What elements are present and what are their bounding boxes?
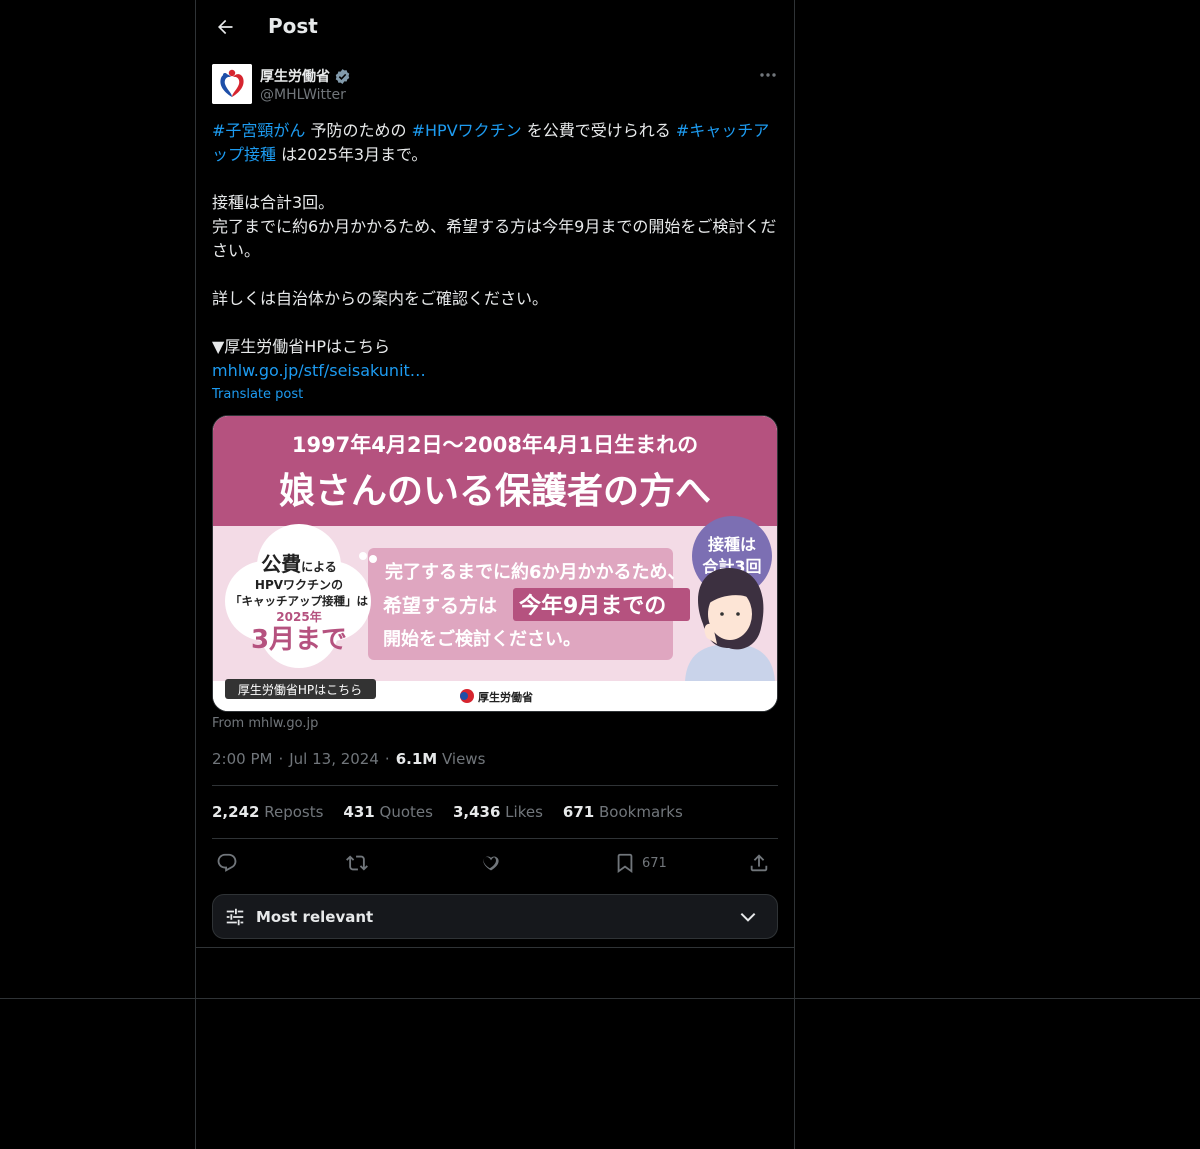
card-title-line1: 1997年4月2日〜2008年4月1日生まれの xyxy=(292,433,698,457)
bubble-line1: 公費 xyxy=(261,552,301,576)
translate-post-link[interactable]: Translate post xyxy=(212,387,303,402)
likes-count: 3,436 xyxy=(452,803,501,821)
author-name[interactable]: 厚生労働省 xyxy=(260,66,330,86)
tweet-date[interactable]: Jul 13, 2024 xyxy=(289,750,379,768)
likes-label: Likes xyxy=(505,803,543,821)
views-count: 6.1M xyxy=(395,750,438,768)
more-icon xyxy=(760,73,776,77)
tweet-time[interactable]: 2:00 PM xyxy=(212,750,272,768)
card-msg-line2b: 今年9月までの xyxy=(519,593,666,619)
reposts-stat[interactable]: 2,242 Reposts xyxy=(212,803,323,821)
bubble-line2: HPVワクチンの xyxy=(255,578,343,592)
repost-icon xyxy=(346,855,368,871)
link-card[interactable]: 1997年4月2日〜2008年4月1日生まれの 娘さんのいる保護者の方へ 完了す… xyxy=(212,415,778,712)
primary-column: Post 厚生労働省 @MHLWitter #子宮頸がん 予防のための #HPV… xyxy=(195,0,795,1149)
author-name-row[interactable]: 厚生労働省 xyxy=(260,66,351,86)
bottom-divider xyxy=(0,998,1200,999)
reply-sort-dropdown[interactable]: Most relevant xyxy=(212,894,778,939)
quotes-count: 431 xyxy=(343,803,375,821)
divider xyxy=(196,947,794,948)
more-button[interactable] xyxy=(756,64,780,86)
card-msg-line1: 完了するまでに約6か月かかるため、 xyxy=(385,561,686,583)
badge-line1: 接種は xyxy=(708,535,756,554)
card-footer-tag[interactable]: 厚生労働省HPはこちら xyxy=(238,683,362,697)
avatar[interactable] xyxy=(212,64,252,104)
reposts-count: 2,242 xyxy=(212,803,260,821)
post-header: Post xyxy=(196,0,794,55)
verified-badge-icon xyxy=(335,68,350,84)
meta-dot: · xyxy=(278,750,284,768)
like-button[interactable] xyxy=(480,850,502,876)
bubble-line3: 「キャッチアップ接種」は xyxy=(230,594,368,608)
repost-button[interactable] xyxy=(346,850,368,876)
tweet-line-2: 接種は合計3回。 xyxy=(212,193,335,212)
author-handle[interactable]: @MHLWitter xyxy=(260,87,346,103)
bookmarks-count: 671 xyxy=(562,803,595,821)
tweet-stats: 2,242 Reposts 431 Quotes 3,436 Likes 671… xyxy=(212,803,683,821)
tweet-line-5: ▼厚生労働省HPはこちら xyxy=(212,337,390,356)
sort-label: Most relevant xyxy=(256,908,374,926)
reply-button[interactable] xyxy=(216,850,238,876)
page-title: Post xyxy=(268,14,318,38)
likes-stat[interactable]: 3,436 Likes xyxy=(453,803,543,821)
bubble-line1b: による xyxy=(301,560,337,574)
bookmark-icon xyxy=(617,853,633,874)
chevron-down-icon xyxy=(740,912,756,922)
bookmarks-stat[interactable]: 671 Bookmarks xyxy=(563,803,683,821)
like-icon xyxy=(483,856,499,871)
tweet-link-line: mhlw.go.jp/stf/seisakunit… xyxy=(212,359,782,383)
divider xyxy=(212,838,778,839)
card-footer-logo: 厚生労働省 xyxy=(478,690,533,704)
tweet-meta: 2:00 PM · Jul 13, 2024 · 6.1M Views xyxy=(212,750,485,768)
back-arrow-icon xyxy=(218,19,233,35)
card-msg-line3: 開始をご検討ください。 xyxy=(383,628,581,650)
card-image: 1997年4月2日〜2008年4月1日生まれの 娘さんのいる保護者の方へ 完了す… xyxy=(213,416,777,711)
link-source[interactable]: From mhlw.go.jp xyxy=(212,716,318,731)
card-title-line2: 娘さんのいる保護者の方へ xyxy=(279,471,711,512)
divider xyxy=(212,785,778,786)
hashtag-hpv-vaccine[interactable]: #HPVワクチン xyxy=(412,121,522,140)
mhlw-logo-icon xyxy=(212,64,252,104)
card-msg-line2a: 希望する方は xyxy=(383,594,497,617)
sliders-icon xyxy=(226,908,244,926)
text-segment: を公費で受けられる xyxy=(521,121,676,140)
bookmarks-label: Bookmarks xyxy=(599,803,683,821)
views: 6.1M Views xyxy=(396,750,486,768)
tweet-line-3: 完了までに約6か月かかるため、希望する方は今年9月までの開始をご検討ください。 xyxy=(212,217,777,260)
hashtag-cervical-cancer[interactable]: #子宮頸がん xyxy=(212,121,305,140)
reposts-label: Reposts xyxy=(264,803,324,821)
back-button[interactable] xyxy=(212,14,238,40)
tweet-line-1: #子宮頸がん 予防のための #HPVワクチン を公費で受けられる #キャッチアッ… xyxy=(212,119,782,167)
share-button[interactable] xyxy=(748,850,770,876)
views-label: Views xyxy=(441,750,486,768)
bubble-line4: 2025年 xyxy=(276,609,321,624)
bubble-line5: 3月まで xyxy=(251,625,347,655)
share-icon xyxy=(750,854,768,872)
text-segment: 予防のための xyxy=(305,121,412,140)
reply-icon xyxy=(217,853,237,872)
quotes-label: Quotes xyxy=(379,803,433,821)
action-bar: 671 xyxy=(212,848,778,878)
bookmark-count: 671 xyxy=(642,855,667,871)
meta-dot: · xyxy=(384,750,390,768)
tweet-text: #子宮頸がん 予防のための #HPVワクチン を公費で受けられる #キャッチアッ… xyxy=(212,119,782,383)
bookmark-button[interactable]: 671 xyxy=(614,850,667,876)
text-segment: は2025年3月まで。 xyxy=(276,145,428,164)
tweet-link[interactable]: mhlw.go.jp/stf/seisakunit… xyxy=(212,361,426,380)
quotes-stat[interactable]: 431 Quotes xyxy=(343,803,433,821)
tweet-line-4: 詳しくは自治体からの案内をご確認ください。 xyxy=(212,289,549,308)
